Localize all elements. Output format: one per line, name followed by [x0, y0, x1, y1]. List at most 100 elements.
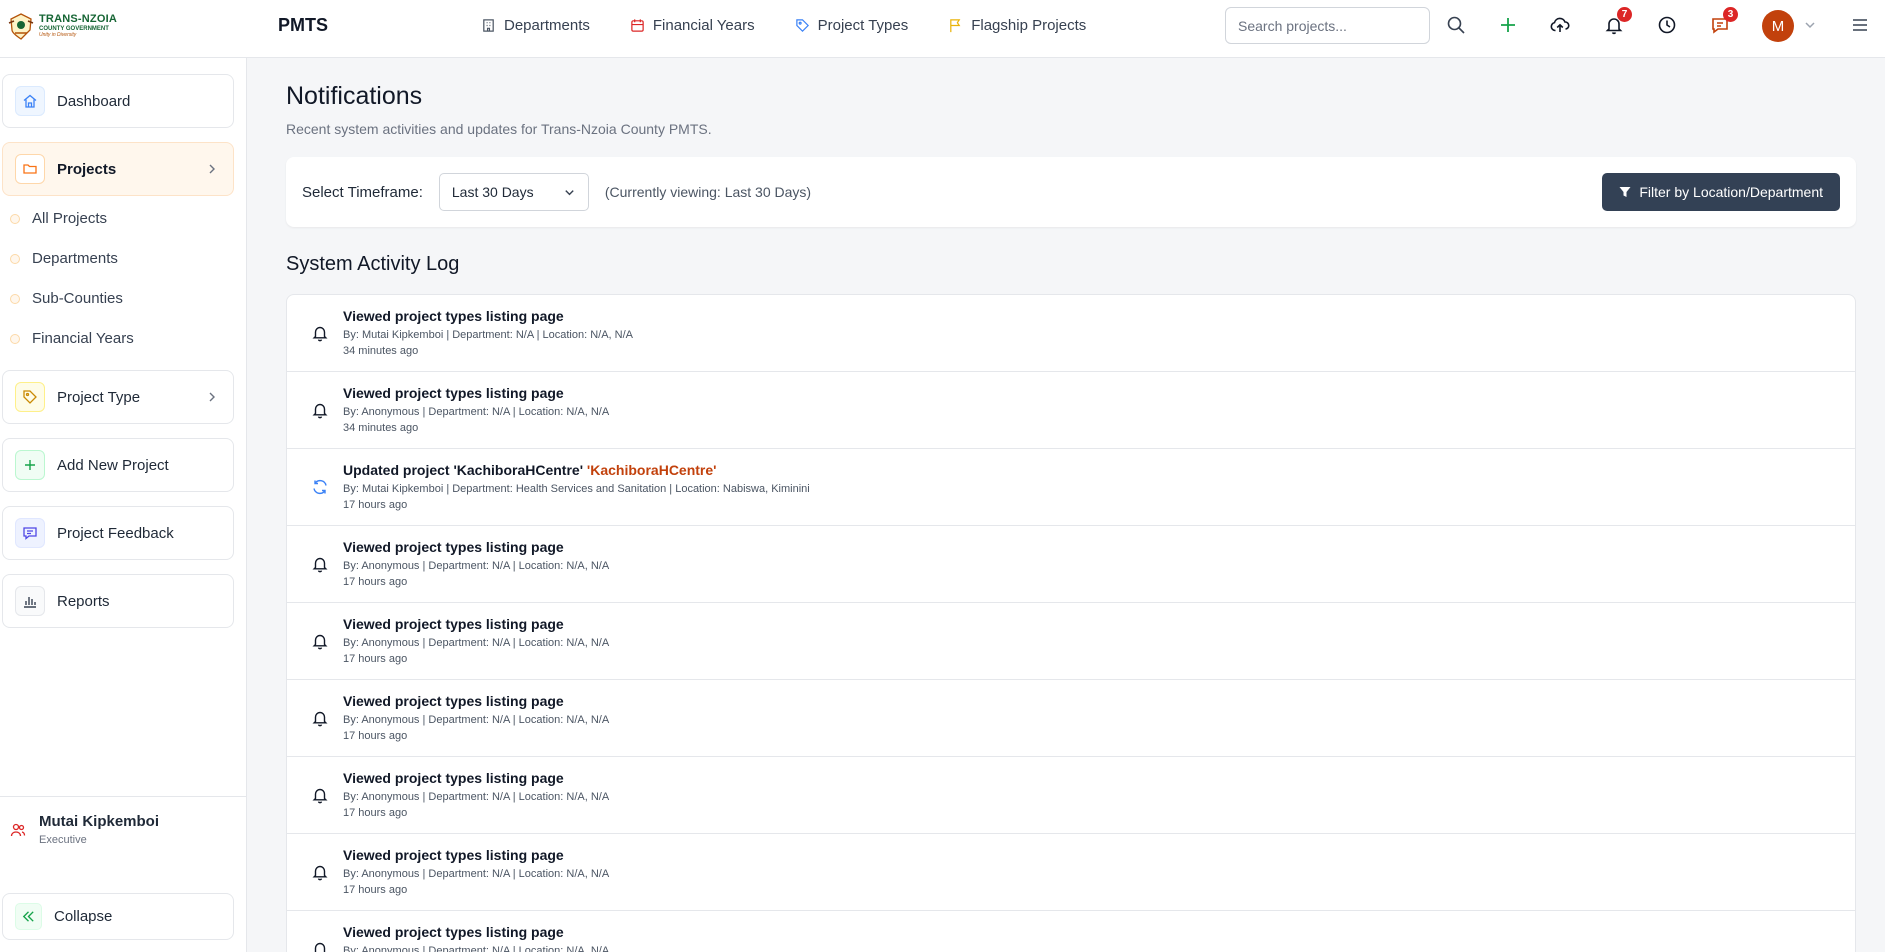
sidebar-subitem-label: Financial Years [32, 330, 134, 347]
user-avatar[interactable]: M [1762, 10, 1794, 42]
activity-log-title: System Activity Log [286, 253, 460, 275]
sidebar: Dashboard Projects All Projects Departme… [0, 58, 247, 952]
activity-log-row[interactable]: Viewed project types listing page By: Ano… [287, 526, 1855, 603]
timeframe-select[interactable]: Last 30 Days [438, 173, 589, 211]
history-button[interactable] [1655, 13, 1679, 37]
activity-meta: By: Anonymous | Department: N/A | Locati… [343, 868, 610, 880]
activity-log-row[interactable]: Viewed project types listing page By: Ano… [287, 834, 1855, 911]
sidebar-subitem-all-projects[interactable]: All Projects [10, 210, 107, 227]
activity-log-row[interactable]: Viewed project types listing page By: Ano… [287, 757, 1855, 834]
sidebar-item-dashboard[interactable]: Dashboard [2, 74, 234, 128]
bullet-icon [10, 213, 20, 224]
bell-icon [312, 865, 328, 881]
filter-location-department-button[interactable]: Filter by Location/Department [1602, 173, 1840, 211]
sidebar-item-projects[interactable]: Projects [2, 142, 234, 196]
upload-button[interactable] [1548, 13, 1572, 37]
bell-icon [314, 942, 326, 952]
messages-button[interactable]: 3 [1708, 7, 1738, 37]
activity-time: 17 hours ago [343, 576, 408, 588]
activity-title: Viewed project types listing page [343, 539, 564, 555]
sidebar-item-project-type[interactable]: Project Type [2, 370, 234, 424]
cloud-upload-icon [1550, 17, 1570, 32]
activity-log-row[interactable]: Updated project 'KachiboraHCentre' 'Kach… [287, 449, 1855, 526]
activity-log-row[interactable]: Viewed project types listing page By: Ano… [287, 372, 1855, 449]
activity-meta: By: Anonymous | Department: N/A | Locati… [343, 406, 610, 418]
sidebar-item-label: Add New Project [57, 456, 169, 474]
nav-financial-years[interactable]: Financial Years [630, 17, 755, 34]
nav-project-types[interactable]: Project Types [795, 17, 908, 34]
activity-title-text: Viewed project types listing page [343, 847, 564, 863]
activity-log-row[interactable]: Viewed project types listing page By: Ano… [287, 603, 1855, 680]
activity-title-text: Viewed project types listing page [343, 693, 564, 709]
app-title: PMTS [278, 15, 329, 35]
timeframe-current-text: (Currently viewing: Last 30 Days) [604, 184, 812, 200]
activity-title-text: Viewed project types listing page [343, 770, 564, 786]
activity-title: Viewed project types listing page [343, 616, 564, 632]
activity-title-text: Updated project 'KachiboraHCentre' [343, 462, 584, 478]
bullet-icon [10, 253, 20, 264]
menu-button[interactable] [1848, 13, 1872, 37]
sidebar-subitem-label: Departments [32, 250, 118, 267]
sidebar-item-label: Reports [57, 592, 110, 610]
activity-title: Updated project 'KachiboraHCentre' 'Kach… [343, 462, 717, 478]
user-role: Executive [39, 834, 87, 846]
sidebar-subitem-financial-years[interactable]: Financial Years [10, 330, 134, 347]
county-crest-icon [8, 13, 34, 40]
activity-log-row[interactable]: Viewed project types listing page By: Ano… [287, 911, 1855, 952]
activity-title-text: Viewed project types listing page [343, 539, 564, 555]
activity-time: 17 hours ago [343, 499, 408, 511]
timeframe-selected-value: Last 30 Days [451, 184, 534, 200]
search-button[interactable] [1444, 13, 1468, 37]
activity-log-row[interactable]: Viewed project types listing page By: Mut… [287, 295, 1855, 372]
sidebar-subitem-sub-counties[interactable]: Sub-Counties [10, 290, 123, 307]
chevron-down-icon[interactable] [1802, 17, 1818, 33]
activity-project-link[interactable]: 'KachiboraHCentre' [587, 462, 717, 478]
sidebar-item-project-feedback[interactable]: Project Feedback [2, 506, 234, 560]
collapse-label: Collapse [54, 908, 113, 925]
flag-icon [950, 18, 961, 32]
refresh-icon [313, 479, 327, 495]
activity-time: 17 hours ago [343, 730, 408, 742]
activity-log-row[interactable]: Viewed project types listing page By: Ano… [287, 680, 1855, 757]
sidebar-item-reports[interactable]: Reports [2, 574, 234, 628]
sidebar-subitem-label: All Projects [32, 210, 108, 227]
activity-title-text: Viewed project types listing page [343, 924, 564, 940]
users-icon [10, 823, 26, 836]
bell-icon [312, 557, 328, 573]
activity-title: Viewed project types listing page [343, 385, 564, 401]
activity-meta: By: Anonymous | Department: N/A | Locati… [343, 714, 610, 726]
nav-departments[interactable]: Departments [481, 17, 590, 34]
bullet-icon [10, 293, 20, 304]
timeframe-label: Select Timeframe: [302, 183, 423, 201]
sidebar-subitem-label: Sub-Counties [32, 290, 123, 307]
activity-meta: By: Anonymous | Department: N/A | Locati… [343, 791, 610, 803]
activity-time: 34 minutes ago [343, 345, 419, 357]
activity-meta: By: Anonymous | Department: N/A | Locati… [343, 560, 610, 572]
sidebar-subitem-departments[interactable]: Departments [10, 250, 118, 267]
activity-title: Viewed project types listing page [343, 693, 564, 709]
home-icon [15, 86, 45, 116]
sidebar-item-add-new-project[interactable]: Add New Project [2, 438, 234, 492]
activity-title-text: Viewed project types listing page [343, 616, 564, 632]
bell-icon [312, 326, 328, 342]
notifications-button[interactable]: 7 [1602, 7, 1632, 37]
bullet-icon [10, 333, 20, 344]
page-title: Notifications [286, 82, 423, 110]
tag-icon [795, 18, 809, 32]
funnel-icon [1619, 187, 1631, 197]
search-input[interactable] [1225, 7, 1430, 44]
nav-flagship-projects[interactable]: Flagship Projects [948, 17, 1086, 34]
search-icon [1447, 16, 1465, 34]
chevrons-left-icon [15, 903, 42, 930]
bell-icon [312, 711, 328, 727]
collapse-button[interactable]: Collapse [2, 893, 234, 940]
hamburger-menu-icon [1853, 19, 1867, 31]
activity-meta: By: Mutai Kipkemboi | Department: Health… [343, 483, 810, 495]
add-button[interactable] [1496, 13, 1520, 37]
filter-button-label: Filter by Location/Department [1639, 184, 1823, 200]
activity-title-text: Viewed project types listing page [343, 308, 564, 324]
county-logo[interactable]: TRANS-NZOIA COUNTY GOVERNMENT Unity in D… [6, 11, 117, 41]
sidebar-item-label: Project Feedback [57, 524, 174, 542]
chevron-right-icon [209, 164, 215, 174]
notifications-badge: 7 [1617, 7, 1632, 22]
